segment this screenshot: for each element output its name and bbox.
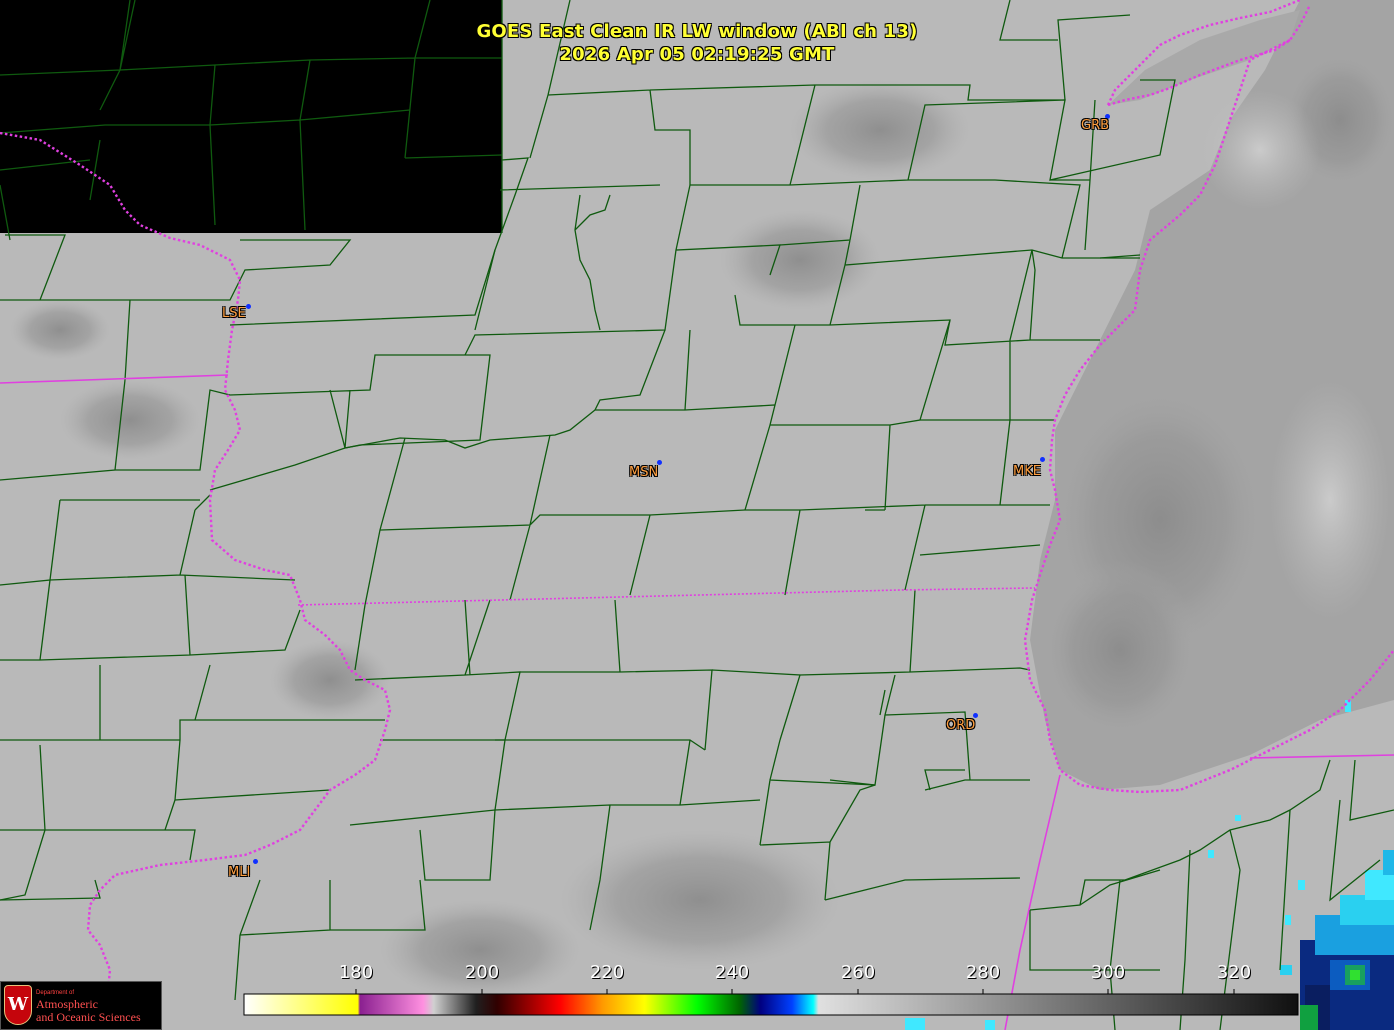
cloud-mass: [560, 830, 840, 970]
aos-logo: W Department of Atmospheric and Oceanic …: [0, 981, 162, 1030]
timestamp-title: 2026 Apr 05 02:19:25 GMT: [559, 44, 835, 65]
city-marker-mke: [1040, 457, 1045, 462]
product-title: GOES East Clean IR LW window (ABI ch 13): [476, 21, 918, 42]
city-marker-mli: [253, 859, 258, 864]
colorbar-tick-label: 300: [1090, 962, 1126, 983]
cloud-light: [1200, 90, 1320, 210]
cloud-mass: [720, 210, 880, 310]
cloud-mass: [1040, 560, 1200, 740]
cloud-mass: [270, 640, 390, 720]
logo-dept-text: Department of: [36, 990, 75, 996]
city-label-mli: MLI: [228, 865, 251, 880]
cloud-mass: [10, 300, 110, 360]
satellite-map: [0, 0, 1394, 1030]
cloud-mass: [790, 80, 970, 180]
cloud-mass: [60, 380, 200, 460]
colorbar-tick-label: 180: [338, 962, 374, 983]
colorbar-tick-label: 200: [464, 962, 500, 983]
colorbar-tick-label: 260: [840, 962, 876, 983]
cloud-mass: [380, 900, 580, 1000]
logo-line2: and Oceanic Sciences: [36, 1010, 141, 1024]
city-label-lse: LSE: [222, 306, 246, 321]
city-label-grb: GRB: [1081, 118, 1110, 133]
city-label-msn: MSN: [629, 465, 659, 480]
uw-seal-icon: W: [4, 985, 32, 1025]
colorbar-tick-label: 320: [1216, 962, 1252, 983]
colorbar-ramp: [243, 993, 1299, 1016]
city-label-mke: MKE: [1013, 464, 1041, 479]
city-marker-lse: [246, 304, 251, 309]
colorbar-tick-label: 280: [965, 962, 1001, 983]
colorbar-tick-label: 220: [589, 962, 625, 983]
city-label-ord: ORD: [946, 718, 976, 733]
cloud-light: [1270, 380, 1390, 620]
colorbar-tick-label: 240: [714, 962, 750, 983]
